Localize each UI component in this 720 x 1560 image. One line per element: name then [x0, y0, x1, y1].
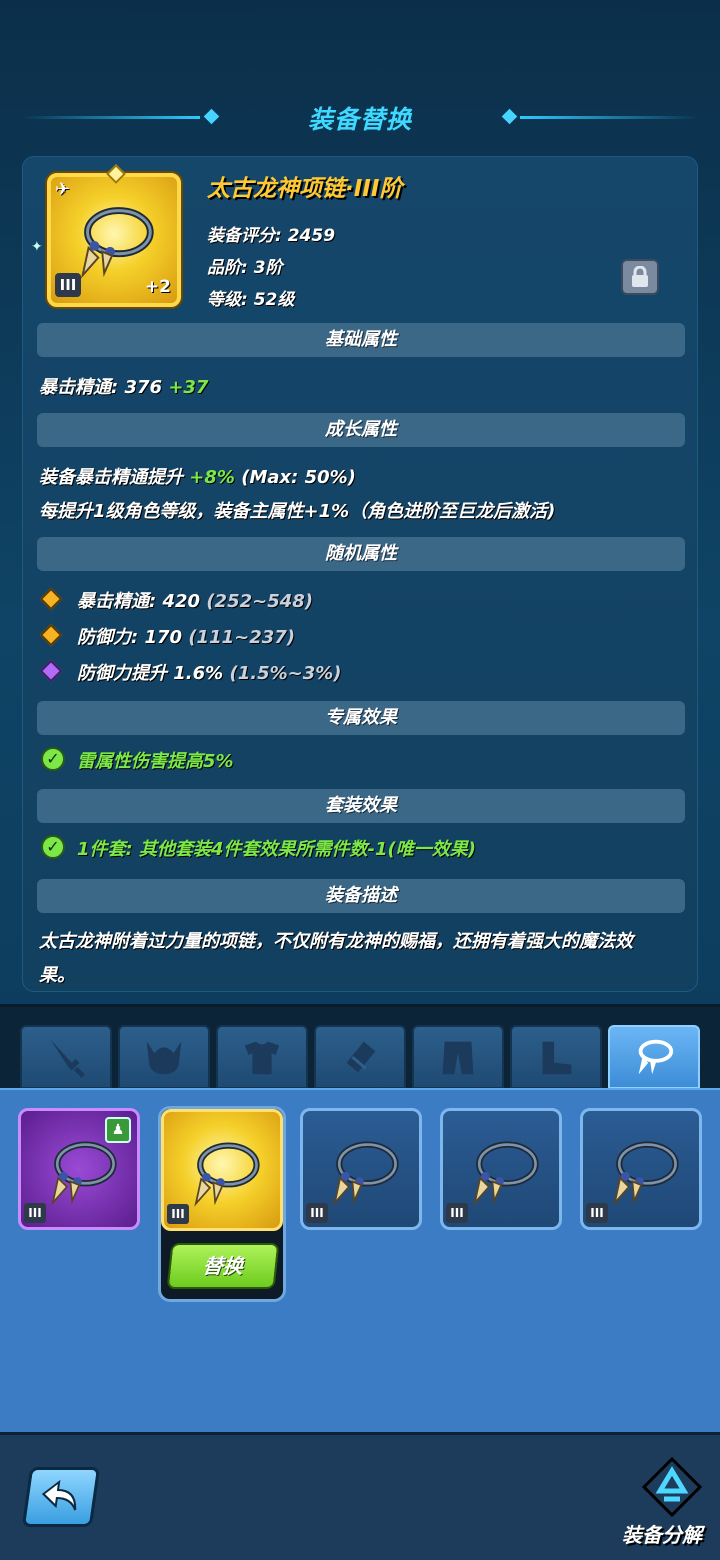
section-base-attributes: 基础属性 — [37, 323, 685, 357]
item-score: 装备评分: 2459 — [207, 226, 336, 246]
tab-pants[interactable] — [412, 1025, 504, 1089]
exclusive-effect: 雷属性伤害提高5% — [77, 751, 234, 772]
section-set-effect: 套装效果 — [37, 789, 685, 823]
title-bar: 装备替换 — [0, 96, 720, 140]
lock-icon — [632, 266, 648, 287]
equipped-badge-icon: ♟ — [105, 1117, 131, 1143]
back-button[interactable] — [21, 1467, 101, 1527]
helmet-icon — [146, 1041, 182, 1075]
enhance-level: +2 — [144, 277, 171, 297]
check-icon: ✓ — [41, 835, 65, 859]
lock-button[interactable] — [621, 259, 659, 295]
random-stat-3-label: 防御力提升 1.6% — [77, 663, 224, 684]
random-stat-3-range: (1.5%~3%) — [229, 663, 342, 684]
inventory-slot[interactable]: ♟ III — [18, 1108, 140, 1230]
random-stat-2: 防御力: 170 (111~237) — [77, 623, 295, 649]
necklace-icon — [333, 1141, 399, 1206]
decompose-label: 装备分解 — [622, 1523, 702, 1547]
tab-necklace[interactable] — [608, 1025, 700, 1089]
slot-tier: III — [167, 1204, 189, 1224]
set-effect: 1件套: 其他套装4件套效果所需件数-1(唯一效果) — [77, 839, 476, 860]
necklace-icon — [638, 1039, 674, 1075]
description-line-2: 果。 — [39, 965, 75, 986]
inventory-panel: ♟ III III 替换 III III III — [0, 1088, 720, 1432]
item-level: 等级: 52级 — [207, 290, 295, 310]
slot-tier: III — [446, 1203, 468, 1223]
inventory-slot[interactable]: III — [300, 1108, 422, 1230]
growth-line-1: 装备暴击精通提升 +8% (Max: 50%) — [39, 463, 356, 489]
necklace-icon — [473, 1141, 539, 1206]
growth-line-1-prefix: 装备暴击精通提升 — [39, 467, 183, 488]
tab-weapon[interactable] — [20, 1025, 112, 1089]
tab-bracer[interactable] — [314, 1025, 406, 1089]
bracer-icon — [346, 1041, 376, 1073]
base-stat-label: 暴击精通: 376 — [39, 377, 163, 398]
growth-line-1-value: +8% — [189, 467, 235, 488]
sword-icon — [50, 1039, 85, 1078]
gold-diamond-icon — [39, 587, 63, 611]
back-arrow-icon — [41, 1480, 77, 1511]
tab-helmet[interactable] — [118, 1025, 210, 1089]
selected-slot-frame: III 替换 — [158, 1106, 286, 1302]
check-icon: ✓ — [41, 747, 65, 771]
purple-diamond-icon — [39, 659, 63, 683]
section-random-attributes: 随机属性 — [37, 537, 685, 571]
random-stat-1-range: (252~548) — [206, 591, 314, 612]
random-stat-1: 暴击精通: 420 (252~548) — [77, 587, 313, 613]
boots-icon — [542, 1041, 572, 1075]
random-stat-1-label: 暴击精通: 420 — [77, 591, 201, 612]
inventory-slot[interactable]: III — [440, 1108, 562, 1230]
slot-tier: III — [306, 1203, 328, 1223]
item-grade: 品阶: 3阶 — [207, 258, 283, 278]
slot-tier: III — [24, 1203, 46, 1223]
random-stat-2-range: (111~237) — [188, 627, 296, 648]
random-stat-2-label: 防御力: 170 — [77, 627, 183, 648]
necklace-icon — [194, 1142, 260, 1207]
quality-diamond-icon — [106, 164, 126, 184]
description-line-1: 太古龙神附着过力量的项链，不仅附有龙神的赐福，还拥有着强大的魔法效 — [39, 931, 633, 952]
item-name: 太古龙神项链·III阶 — [207, 176, 403, 202]
footer-bar: 装备分解 — [0, 1432, 720, 1560]
item-detail-card: ✦ ✈ III +2 太古龙神项链·III阶 装备评分: 2459 品阶: 3阶… — [22, 156, 698, 992]
pants-icon — [442, 1041, 474, 1075]
section-description: 装备描述 — [37, 879, 685, 913]
decompose-button[interactable]: 装备分解 — [612, 1455, 712, 1555]
section-exclusive-effect: 专属效果 — [37, 701, 685, 735]
item-icon[interactable]: ✈ III +2 — [47, 164, 181, 307]
inventory-slot-selected[interactable]: III — [161, 1109, 283, 1231]
necklace-icon — [613, 1141, 679, 1206]
base-stat: 暴击精通: 376 +37 — [39, 373, 208, 399]
tab-armor[interactable] — [216, 1025, 308, 1089]
section-growth-attributes: 成长属性 — [37, 413, 685, 447]
armor-icon — [244, 1041, 280, 1075]
gold-diamond-icon — [39, 623, 63, 647]
tier-badge: III — [55, 273, 81, 297]
equipment-category-tabs — [0, 1004, 720, 1089]
inventory-slot[interactable]: III — [580, 1108, 702, 1230]
replace-button[interactable]: 替换 — [166, 1243, 280, 1289]
tab-boots[interactable] — [510, 1025, 602, 1089]
growth-line-1-suffix: (Max: 50%) — [241, 467, 356, 488]
slot-tier: III — [586, 1203, 608, 1223]
title-line-right — [520, 116, 700, 119]
random-stat-3: 防御力提升 1.6% (1.5%~3%) — [77, 659, 342, 685]
growth-line-2: 每提升1级角色等级，装备主属性+1%（角色进阶至巨龙后激活) — [39, 501, 556, 522]
base-stat-bonus: +37 — [168, 377, 209, 398]
sparkle-icon: ✦ — [31, 239, 43, 255]
recycle-icon — [641, 1456, 703, 1518]
